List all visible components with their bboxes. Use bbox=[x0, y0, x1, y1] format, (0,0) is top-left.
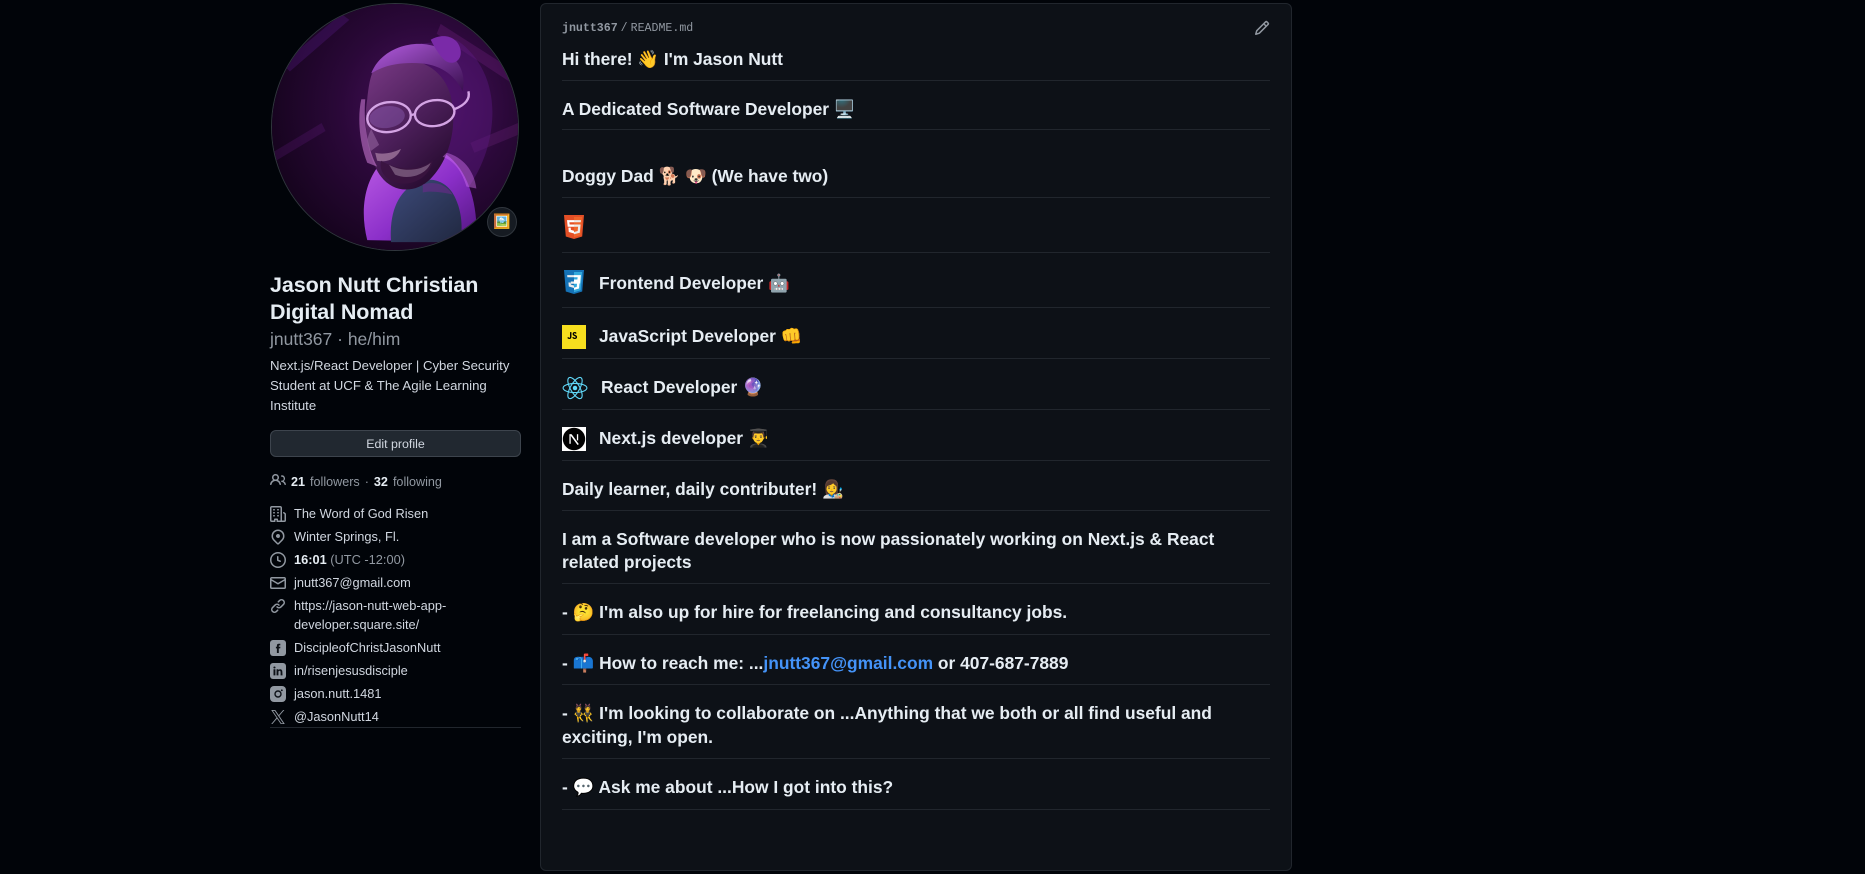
detail-organization-text: The Word of God Risen bbox=[294, 506, 429, 521]
readme-bullet-freelancing: - 🤔 I'm also up for hire for freelancing… bbox=[562, 601, 1270, 635]
facebook-icon bbox=[270, 639, 286, 656]
sidebar-divider bbox=[270, 727, 521, 728]
following-label: following bbox=[392, 474, 442, 489]
readme-paragraph-software-developer: I am a Software developer who is now pas… bbox=[562, 528, 1270, 585]
organization-icon bbox=[270, 506, 286, 522]
react-icon bbox=[562, 376, 588, 400]
detail-location: Winter Springs, Fl. bbox=[270, 528, 530, 547]
tech-label-javascript: JavaScript Developer 👊 bbox=[599, 326, 803, 347]
profile-details-list: The Word of God Risen Winter Springs, Fl… bbox=[270, 505, 530, 731]
tech-row-css3: Frontend Developer 🤖 bbox=[562, 269, 1270, 308]
followers-label: followers bbox=[310, 474, 360, 489]
link-icon bbox=[270, 598, 286, 614]
contact-email-link[interactable]: jnutt367@gmail.com bbox=[763, 653, 933, 673]
css3-icon bbox=[562, 269, 586, 298]
x-twitter-icon bbox=[270, 709, 286, 725]
tech-row-javascript: JavaScript Developer 👊 bbox=[562, 324, 1270, 359]
edit-profile-label: Edit profile bbox=[366, 436, 425, 451]
detail-local-time: 16:01 (UTC -12:00) bbox=[270, 551, 530, 570]
profile-full-name: Jason Nutt Christian Digital Nomad bbox=[270, 273, 479, 325]
breadcrumb-file[interactable]: README.md bbox=[631, 22, 694, 35]
profile-sidebar: 🖼️ Jason Nutt Christian Digital Nomad jn… bbox=[0, 0, 620, 874]
detail-facebook-text[interactable]: DiscipleofChristJasonNutt bbox=[294, 639, 441, 658]
detail-facebook[interactable]: DiscipleofChristJasonNutt bbox=[270, 639, 530, 658]
pencil-icon[interactable] bbox=[1254, 20, 1270, 36]
tech-row-html5 bbox=[562, 214, 1270, 253]
nextjs-icon bbox=[562, 426, 586, 451]
detail-linkedin[interactable]: in/risenjesusdisciple bbox=[270, 662, 530, 681]
readme-heading-doggy-dad: Doggy Dad 🐕 🐶 (We have two) bbox=[562, 165, 1270, 198]
readme-header: jnutt367/README.md bbox=[562, 20, 1270, 36]
detail-local-time-text: 16:01 (UTC -12:00) bbox=[294, 551, 405, 570]
followers-following: 21 followers · 32 following bbox=[270, 472, 442, 491]
detail-instagram-text[interactable]: jason.nutt.1481 bbox=[294, 685, 382, 704]
readme-panel: jnutt367/README.md Hi there! 👋 I'm Jason… bbox=[540, 3, 1292, 871]
detail-email-text[interactable]: jnutt367@gmail.com bbox=[294, 574, 411, 593]
detail-x-twitter[interactable]: @JasonNutt14 bbox=[270, 708, 530, 727]
linkedin-icon bbox=[270, 662, 286, 679]
detail-instagram[interactable]: jason.nutt.1481 bbox=[270, 685, 530, 704]
tech-label-react: React Developer 🔮 bbox=[601, 377, 764, 398]
detail-website-text[interactable]: https://jason-nutt-web-app-developer.squ… bbox=[294, 597, 530, 634]
separator-dot: · bbox=[364, 474, 369, 489]
detail-email[interactable]: jnutt367@gmail.com bbox=[270, 574, 530, 593]
detail-website[interactable]: https://jason-nutt-web-app-developer.squ… bbox=[270, 597, 530, 634]
contact-prefix: - 📫 How to reach me: ... bbox=[562, 652, 764, 673]
local-time-zone: (UTC -12:00) bbox=[330, 552, 405, 568]
avatar-illustration bbox=[272, 4, 518, 250]
readme-heading-greeting: Hi there! 👋 I'm Jason Nutt bbox=[562, 48, 1270, 81]
tech-row-nextjs: Next.js developer 👨‍🎓 bbox=[562, 426, 1270, 461]
following-count[interactable]: 32 bbox=[374, 475, 388, 489]
github-profile-page: 🖼️ Jason Nutt Christian Digital Nomad jn… bbox=[0, 0, 1865, 874]
readme-heading-daily-learner: Daily learner, daily contributer! 👩‍🎨 bbox=[562, 478, 1270, 511]
status-emoji: 🖼️ bbox=[493, 214, 511, 230]
detail-location-text: Winter Springs, Fl. bbox=[294, 529, 400, 545]
tech-label-nextjs: Next.js developer 👨‍🎓 bbox=[599, 428, 770, 449]
people-icon bbox=[270, 472, 286, 491]
detail-x-twitter-text[interactable]: @JasonNutt14 bbox=[294, 708, 379, 727]
breadcrumb: jnutt367/README.md bbox=[562, 22, 693, 35]
html5-icon bbox=[562, 214, 586, 243]
location-icon bbox=[270, 529, 286, 545]
instagram-icon bbox=[270, 685, 286, 702]
mail-icon bbox=[270, 575, 286, 591]
breadcrumb-user[interactable]: jnutt367 bbox=[562, 22, 618, 35]
followers-count[interactable]: 21 bbox=[291, 475, 305, 489]
tech-row-react: React Developer 🔮 bbox=[562, 376, 1270, 410]
profile-login-pronouns: jnutt367 · he/him bbox=[270, 329, 401, 350]
avatar-container: 🖼️ bbox=[271, 3, 519, 251]
detail-organization: The Word of God Risen bbox=[270, 505, 530, 524]
readme-markdown-body: Hi there! 👋 I'm Jason Nutt A Dedicated S… bbox=[562, 48, 1270, 810]
readme-bullet-contact: - 📫 How to reach me: ...jnutt367@gmail.c… bbox=[562, 652, 1270, 686]
breadcrumb-slash: / bbox=[620, 21, 628, 35]
javascript-icon bbox=[562, 324, 586, 349]
local-time-value: 16:01 bbox=[294, 552, 327, 568]
contact-suffix: or 407-687-7889 bbox=[933, 652, 1069, 673]
avatar[interactable] bbox=[271, 3, 519, 251]
edit-profile-button[interactable]: Edit profile bbox=[270, 430, 521, 457]
tech-label-css3: Frontend Developer 🤖 bbox=[599, 273, 790, 294]
readme-bullet-collaborate: - 👯 I'm looking to collaborate on ...Any… bbox=[562, 702, 1270, 760]
readme-bullet-ask-me: - 💬 Ask me about ...How I got into this? bbox=[562, 776, 1270, 810]
clock-icon bbox=[270, 552, 286, 569]
readme-heading-dedicated-dev: A Dedicated Software Developer 🖥️ bbox=[562, 98, 1270, 131]
profile-names: Jason Nutt Christian Digital Nomad jnutt… bbox=[270, 272, 522, 352]
status-badge[interactable]: 🖼️ bbox=[487, 207, 517, 237]
detail-linkedin-text[interactable]: in/risenjesusdisciple bbox=[294, 662, 408, 681]
profile-bio: Next.js/React Developer | Cyber Security… bbox=[270, 358, 510, 414]
